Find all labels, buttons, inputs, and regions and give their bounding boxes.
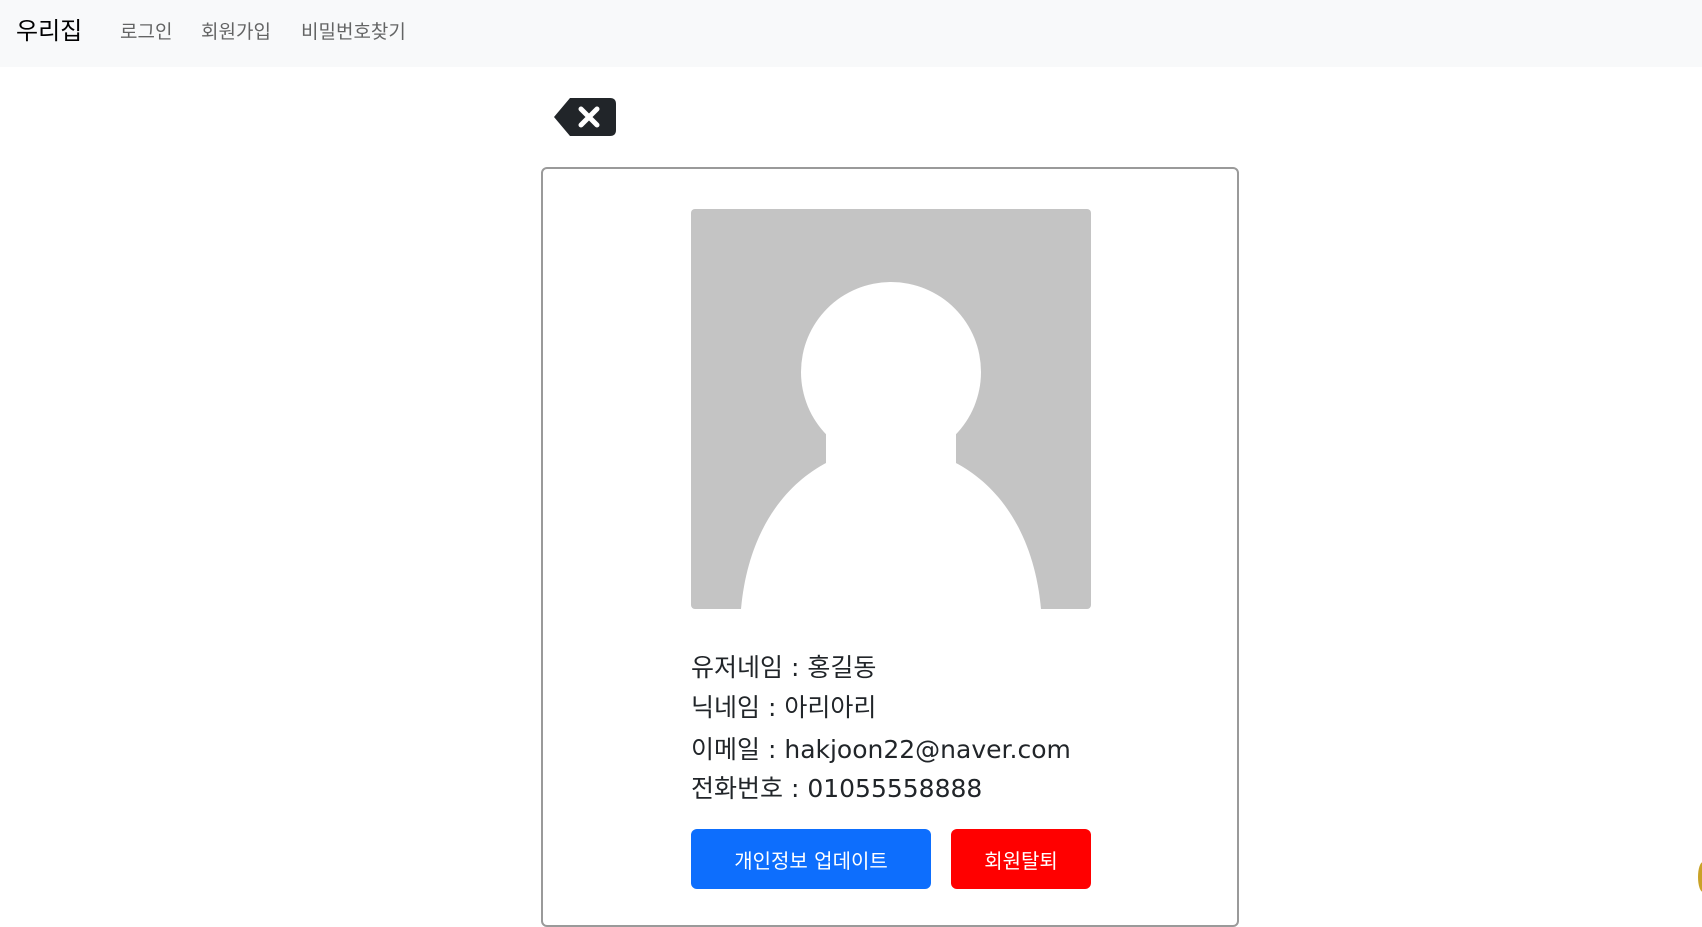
info-email-value: hakjoon22@naver.com bbox=[784, 735, 1071, 764]
info-nickname-label: 닉네임 bbox=[691, 693, 761, 722]
update-profile-button[interactable]: 개인정보 업데이트 bbox=[691, 829, 931, 889]
edge-widget-dot bbox=[1698, 862, 1702, 892]
default-user-avatar bbox=[741, 282, 1041, 609]
delete-account-button[interactable]: 회원탈퇴 bbox=[951, 829, 1091, 889]
info-phone-label: 전화번호 bbox=[691, 774, 784, 803]
top-navbar: 우리집 로그인 회원가입 비밀번호찾기 bbox=[0, 0, 1702, 67]
info-email: 이메일 : hakjoon22@naver.com bbox=[691, 735, 1071, 764]
info-nickname-value: 아리아리 bbox=[784, 693, 877, 722]
info-username-value: 홍길동 bbox=[807, 653, 877, 682]
info-email-label: 이메일 bbox=[691, 735, 761, 764]
info-username-label: 유저네임 bbox=[691, 653, 784, 682]
nav-link-login[interactable]: 로그인 bbox=[120, 18, 172, 46]
info-phone-value: 01055558888 bbox=[807, 774, 983, 803]
nav-link-find-password[interactable]: 비밀번호찾기 bbox=[301, 18, 406, 46]
brand-logo-link[interactable]: 우리집 bbox=[16, 14, 82, 48]
info-username: 유저네임 : 홍길동 bbox=[691, 653, 877, 682]
info-phone: 전화번호 : 01055558888 bbox=[691, 774, 983, 803]
backspace-x-icon[interactable] bbox=[554, 98, 616, 136]
nav-link-signup[interactable]: 회원가입 bbox=[201, 18, 271, 46]
avatar-image bbox=[691, 209, 1091, 609]
info-nickname: 닉네임 : 아리아리 bbox=[691, 693, 877, 722]
